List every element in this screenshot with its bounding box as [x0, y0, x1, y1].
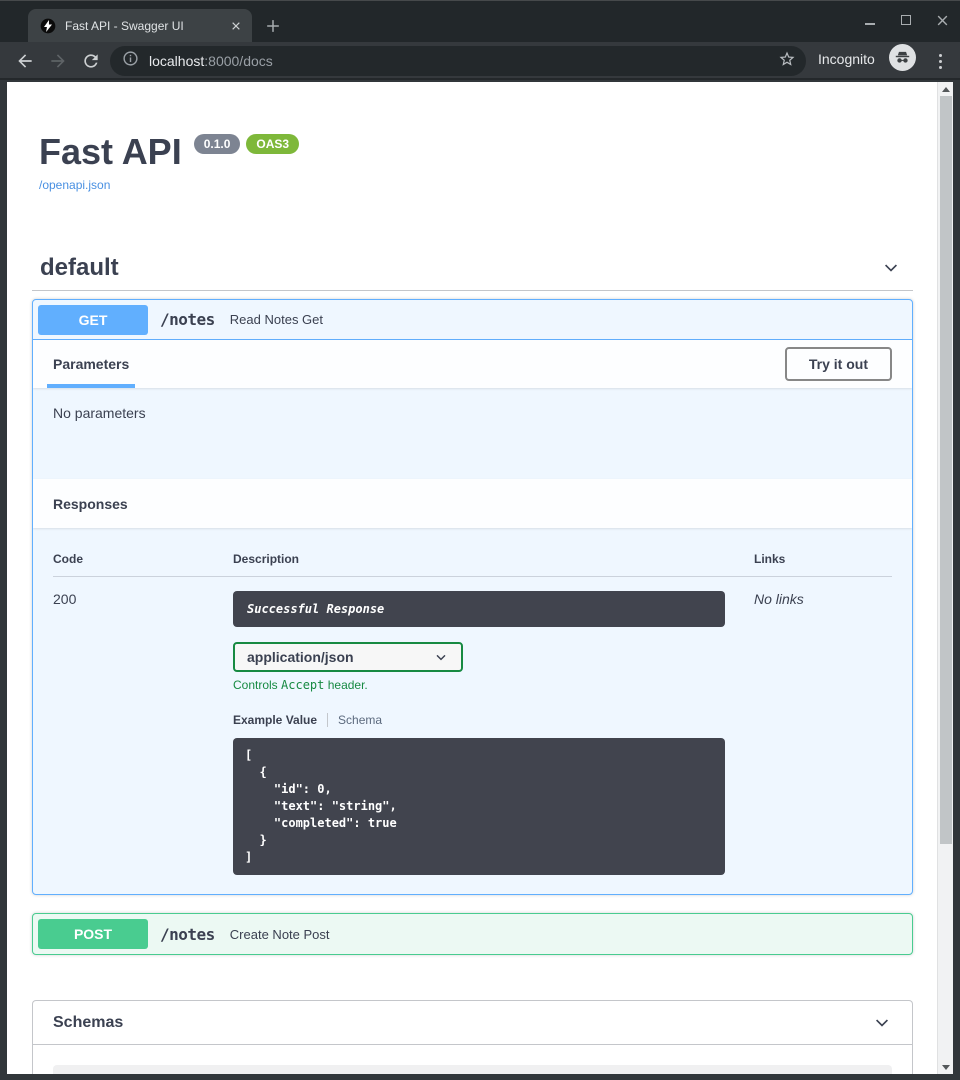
- post-path: /notes: [160, 925, 215, 944]
- incognito-icon: [889, 44, 916, 71]
- get-method-badge: GET: [38, 305, 148, 335]
- responses-title: Responses: [53, 496, 128, 512]
- forward-icon[interactable]: [48, 51, 68, 71]
- tag-name: default: [40, 254, 119, 282]
- schemas-section: Schemas Note: [32, 1000, 913, 1074]
- openapi-spec-link[interactable]: /openapi.json: [39, 178, 110, 192]
- bookmark-star-icon[interactable]: [778, 50, 796, 73]
- schemas-body: Note: [33, 1045, 912, 1074]
- parameters-tab[interactable]: Parameters: [53, 356, 129, 372]
- schemas-title: Schemas: [53, 1014, 123, 1032]
- chevron-down-icon: [433, 649, 449, 665]
- no-parameters-text: No parameters: [53, 405, 146, 421]
- tab-close-icon[interactable]: [228, 18, 244, 34]
- window-controls: [862, 12, 950, 28]
- post-notes-opblock: POST /notes Create Note Post: [32, 913, 913, 955]
- oas3-badge: OAS3: [246, 134, 299, 154]
- column-links: Links: [754, 552, 892, 566]
- page-viewport: Fast API 0.1.0 OAS3 /openapi.json defaul…: [7, 82, 937, 1074]
- get-summary-text: Read Notes Get: [230, 312, 323, 327]
- window-close-icon[interactable]: [934, 12, 950, 28]
- post-summary-text: Create Note Post: [230, 927, 330, 942]
- tab-strip: Fast API - Swagger UI: [0, 0, 960, 42]
- responses-header: Responses: [33, 479, 912, 528]
- responses-table-header: Code Description Links: [53, 552, 892, 577]
- incognito-label: Incognito: [818, 51, 875, 67]
- responses-body: Code Description Links 200 Successful Re…: [33, 528, 912, 894]
- scrollbar-thumb[interactable]: [940, 96, 952, 844]
- get-notes-summary[interactable]: GET /notes Read Notes Get: [33, 300, 912, 340]
- tag-section-header[interactable]: default: [32, 254, 913, 291]
- parameters-header: Parameters Try it out: [33, 340, 912, 388]
- url-text: localhost:8000/docs: [149, 53, 778, 69]
- back-icon[interactable]: [15, 51, 35, 71]
- media-type-value: application/json: [247, 649, 354, 665]
- post-method-badge: POST: [38, 919, 148, 949]
- api-title-row: Fast API 0.1.0 OAS3: [39, 133, 913, 171]
- tab-example-value[interactable]: Example Value: [233, 713, 317, 727]
- fastapi-favicon-icon: [40, 18, 56, 34]
- column-code: Code: [53, 552, 233, 566]
- example-json-block: [ { "id": 0, "text": "string", "complete…: [233, 738, 725, 875]
- example-tabs: Example Value Schema: [233, 713, 754, 727]
- post-notes-summary[interactable]: POST /notes Create Note Post: [33, 914, 912, 954]
- minimize-icon[interactable]: [862, 12, 878, 28]
- accept-header-note: Controls Accept header.: [233, 678, 754, 692]
- address-bar[interactable]: localhost:8000/docs: [110, 46, 806, 76]
- maximize-icon[interactable]: [898, 12, 914, 28]
- site-info-icon[interactable]: [122, 50, 139, 72]
- browser-toolbar: localhost:8000/docs Incognito: [0, 42, 960, 80]
- response-description: Successful Response: [247, 602, 384, 616]
- try-it-out-button[interactable]: Try it out: [785, 347, 892, 381]
- reload-icon[interactable]: [81, 51, 101, 71]
- schemas-header[interactable]: Schemas: [33, 1001, 912, 1045]
- response-links: No links: [754, 591, 892, 627]
- response-row-200: 200 Successful Response No links: [53, 577, 892, 627]
- version-badge: 0.1.0: [194, 134, 241, 154]
- chevron-down-icon[interactable]: [881, 258, 901, 278]
- note-model[interactable]: Note: [53, 1065, 892, 1074]
- get-path: /notes: [160, 310, 215, 329]
- column-description: Description: [233, 552, 754, 566]
- new-tab-icon[interactable]: [262, 15, 284, 37]
- tab-title: Fast API - Swagger UI: [65, 19, 228, 33]
- tab-divider: [327, 713, 328, 727]
- scroll-down-icon[interactable]: [938, 1060, 954, 1074]
- scroll-up-icon[interactable]: [938, 82, 954, 96]
- parameters-body: No parameters: [33, 388, 912, 479]
- response-description-box: Successful Response: [233, 591, 725, 627]
- menu-dots-icon[interactable]: [931, 50, 949, 72]
- page-scrollbar[interactable]: [937, 82, 953, 1074]
- page-title: Fast API: [39, 133, 182, 171]
- media-type-select[interactable]: application/json: [233, 642, 463, 672]
- response-code: 200: [53, 591, 233, 627]
- get-notes-opblock: GET /notes Read Notes Get Parameters Try…: [32, 299, 913, 895]
- chevron-down-icon[interactable]: [872, 1013, 892, 1033]
- tab-schema[interactable]: Schema: [338, 713, 382, 727]
- browser-tab[interactable]: Fast API - Swagger UI: [28, 9, 252, 43]
